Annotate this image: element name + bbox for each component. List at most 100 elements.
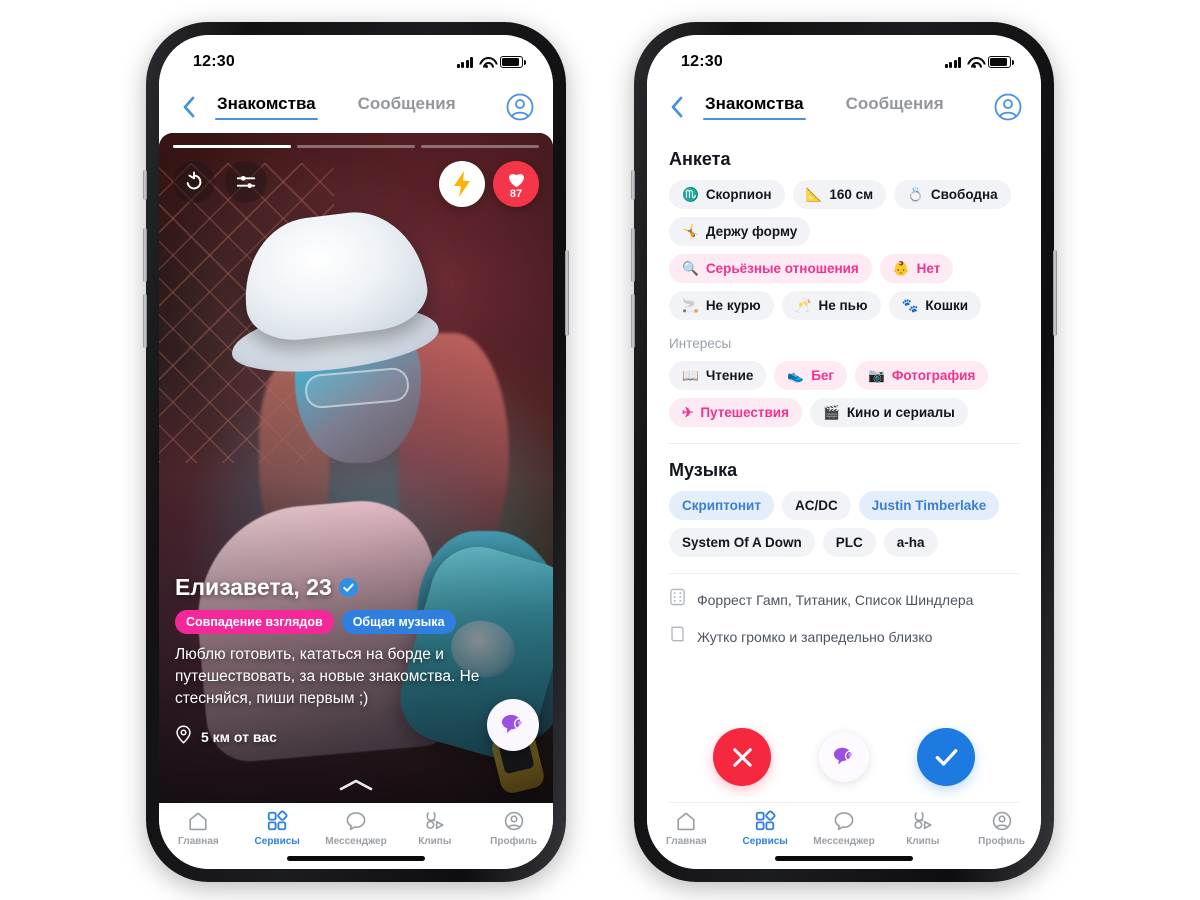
music-chip-5[interactable]: PLC xyxy=(822,528,876,557)
tab-profile[interactable]: Профиль xyxy=(476,810,552,847)
progress-segment-2[interactable] xyxy=(297,145,415,148)
chat-heart-icon[interactable] xyxy=(487,699,539,751)
back-chevron-icon-right[interactable] xyxy=(661,96,691,118)
account-circle-icon[interactable] xyxy=(505,92,535,122)
photo-progress[interactable] xyxy=(173,145,539,148)
tab-services-right[interactable]: Сервисы xyxy=(727,810,803,847)
interest-chip-1-label: Чтение xyxy=(705,368,754,383)
volume-down-button[interactable] xyxy=(143,294,147,348)
mute-switch[interactable] xyxy=(143,170,147,200)
interest-chip-3-emoji-icon: 📷 xyxy=(868,367,885,383)
like-button[interactable] xyxy=(917,728,975,786)
lightning-bolt-icon[interactable] xyxy=(439,161,485,207)
tab-clips-right[interactable]: Клипы xyxy=(885,810,961,847)
tab-profile-right[interactable]: Профиль xyxy=(964,810,1040,847)
profile-icon xyxy=(504,811,523,831)
tab-home-right[interactable]: Главная xyxy=(648,810,724,847)
section-title-music: Музыка xyxy=(669,460,738,480)
status-icons-right xyxy=(944,56,1014,68)
interest-chip-3[interactable]: 📷 Фотография xyxy=(855,361,989,390)
interest-chip-2[interactable]: 👟 Бег xyxy=(774,361,848,390)
tab-home[interactable]: Главная xyxy=(160,810,236,847)
screenshot-stage: 12:30 Знакомства Сообщения 87 Елизавета,… xyxy=(0,0,1200,900)
tab-services-label: Сервисы xyxy=(254,836,300,847)
music-chip-3[interactable]: Justin Timberlake xyxy=(858,491,1000,520)
tab-messenger[interactable]: Мессенджер xyxy=(318,810,394,847)
divider-2 xyxy=(669,573,1019,574)
music-chip-4[interactable]: System Of A Down xyxy=(669,528,815,557)
account-circle-icon-right[interactable] xyxy=(993,92,1023,122)
interest-chip-1[interactable]: 📖 Чтение xyxy=(669,361,767,390)
profile-chip-6-label: Нет xyxy=(916,261,941,276)
chevron-up-icon[interactable] xyxy=(339,778,373,797)
profile-chip-7[interactable]: 🚬 Не курю xyxy=(669,291,774,320)
name-row: Елизавета, 23 xyxy=(175,574,537,601)
profile-chip-8[interactable]: 🥂 Не пью xyxy=(781,291,881,320)
music-chip-1-label: Скриптонит xyxy=(682,498,761,513)
volume-down-button-right[interactable] xyxy=(631,294,635,348)
home-indicator[interactable] xyxy=(287,856,425,861)
action-buttons xyxy=(647,711,1041,803)
volume-up-button[interactable] xyxy=(143,228,147,282)
dislike-button[interactable] xyxy=(713,728,771,786)
sliders-icon[interactable] xyxy=(225,161,267,203)
profile-chip-9[interactable]: 🐾 Кошки xyxy=(888,291,982,320)
profile-chip-2-label: 160 см xyxy=(829,187,874,202)
profile-chip-3[interactable]: 💍 Свободна xyxy=(894,180,1011,209)
profile-chip-1[interactable]: ♏ Скорпион xyxy=(669,180,785,209)
top-tabs: Знакомства Сообщения xyxy=(203,94,505,120)
card-top-controls xyxy=(173,161,267,203)
mute-switch-right[interactable] xyxy=(631,170,635,200)
interest-chip-4[interactable]: ✈ Путешествия xyxy=(669,398,802,427)
message-button[interactable] xyxy=(819,732,869,782)
home-indicator-right[interactable] xyxy=(775,856,913,861)
rewind-arrow-icon[interactable] xyxy=(173,161,215,203)
progress-segment-1[interactable] xyxy=(173,145,291,148)
profile-chip-3-label: Свободна xyxy=(930,187,998,202)
tab-messages[interactable]: Сообщения xyxy=(358,94,456,120)
clips-icon xyxy=(426,812,444,830)
profile-chip-6[interactable]: 👶 Нет xyxy=(879,254,954,283)
screen-right: 12:30 Знакомства Сообщения Анкета ♏ Скор… xyxy=(647,35,1041,869)
status-time: 12:30 xyxy=(193,53,235,70)
music-chip-6[interactable]: a-ha xyxy=(883,528,938,557)
profile-chip-5-emoji-icon: 🔍 xyxy=(682,260,699,276)
tab-services[interactable]: Сервисы xyxy=(239,810,315,847)
tab-clips[interactable]: Клипы xyxy=(397,810,473,847)
divider-1 xyxy=(669,443,1019,444)
card-top-right-controls: 87 xyxy=(439,161,539,207)
phone-left: 12:30 Знакомства Сообщения 87 Елизавета,… xyxy=(143,22,569,882)
power-button-right[interactable] xyxy=(1053,250,1057,336)
profile-chip-5[interactable]: 🔍 Серьёзные отношения xyxy=(669,254,872,283)
tab-services-label-right: Сервисы xyxy=(742,836,788,847)
music-chip-1[interactable]: Скриптонит xyxy=(669,491,774,520)
progress-segment-3[interactable] xyxy=(421,145,539,148)
tab-messages-right[interactable]: Сообщения xyxy=(846,94,944,120)
status-time-right: 12:30 xyxy=(681,53,723,70)
interest-chip-3-label: Фотография xyxy=(891,368,976,383)
tab-home-label: Главная xyxy=(178,836,219,847)
power-button[interactable] xyxy=(565,250,569,336)
tab-dating-right[interactable]: Знакомства xyxy=(703,94,806,120)
battery-icon xyxy=(500,56,526,68)
profile-chip-4-label: Держу форму xyxy=(705,224,798,239)
volume-up-button-right[interactable] xyxy=(631,228,635,282)
services-icon xyxy=(268,810,288,831)
profile-chip-2[interactable]: 📐 160 см xyxy=(792,180,887,209)
books-row[interactable]: Жутко громко и запредельно близко xyxy=(669,625,1019,648)
films-row[interactable]: Форрест Гамп, Титаник, Список Шиндлера xyxy=(669,588,1019,611)
music-chip-2[interactable]: AC/DC xyxy=(781,491,851,520)
back-chevron-icon[interactable] xyxy=(173,96,203,118)
tab-messenger-right[interactable]: Мессенджер xyxy=(806,810,882,847)
interest-chip-5[interactable]: 🎬 Кино и сериалы xyxy=(810,398,968,427)
verified-check-icon xyxy=(338,578,358,597)
battery-icon-right xyxy=(988,56,1014,68)
likes-counter-button[interactable]: 87 xyxy=(493,161,539,207)
top-tabs-right: Знакомства Сообщения xyxy=(691,94,993,120)
profile-photo-card[interactable]: 87 Елизавета, 23 Совпадение взглядов Общ… xyxy=(159,133,553,807)
tab-dating[interactable]: Знакомства xyxy=(215,94,318,120)
profile-chip-4[interactable]: 🤸 Держу форму xyxy=(669,217,811,246)
music-chip-2-label: AC/DC xyxy=(794,498,838,513)
profile-chip-9-emoji-icon: 🐾 xyxy=(901,297,919,313)
interest-chip-5-emoji-icon: 🎬 xyxy=(823,404,840,420)
